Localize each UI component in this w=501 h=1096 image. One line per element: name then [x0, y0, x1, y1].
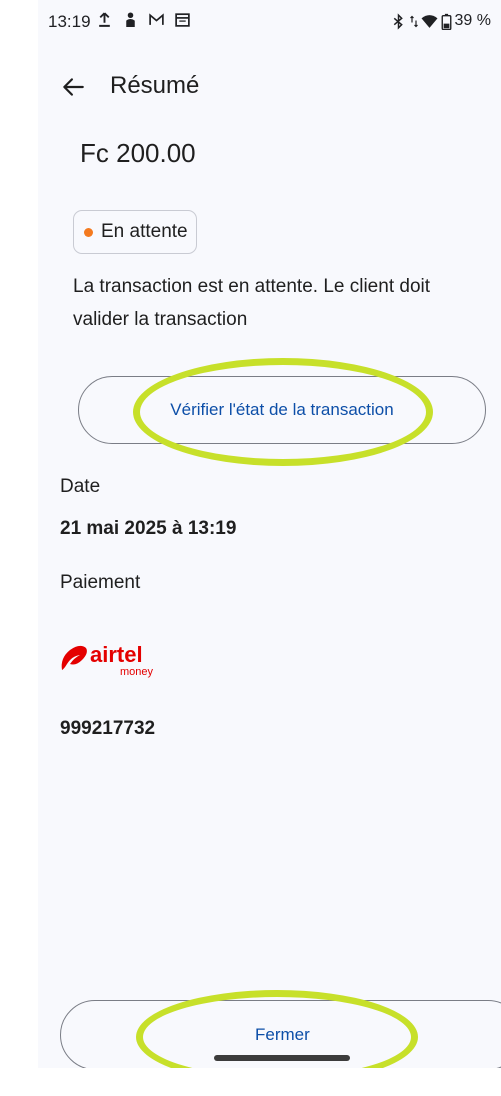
date-value: 21 mai 2025 à 13:19 — [60, 518, 237, 539]
phone-number: 999217732 — [60, 718, 156, 739]
status-message: La transaction est en attente. Le client… — [73, 276, 431, 330]
date-label: Date — [60, 476, 101, 497]
status-badge: En attente — [73, 210, 197, 254]
arrow-left-icon[interactable] — [60, 74, 86, 100]
airtel-logo-subtext: money — [120, 666, 154, 678]
status-badge-label: En attente — [101, 221, 188, 242]
bluetooth-icon — [393, 12, 403, 30]
airtel-money-logo: airtel money — [58, 634, 168, 678]
app-screen: 13:19 39 % Résumé Fc 200.00 En attente L… — [38, 0, 501, 1068]
top-app-bar: Résumé — [38, 66, 501, 110]
system-icons: 39 % — [390, 12, 491, 30]
upload-icon — [99, 12, 110, 27]
status-dot — [84, 227, 93, 237]
transaction-amount: Fc 200.00 — [80, 138, 196, 168]
airtel-logo-icon: airtel money — [61, 642, 154, 678]
status-bar: 13:19 39 % — [38, 0, 501, 44]
wifi-icon — [421, 14, 437, 28]
check-transaction-status-button[interactable]: Vérifier l'état de la transaction — [78, 376, 486, 444]
page-title: Résumé — [110, 72, 200, 99]
airtel-logo-text: airtel — [90, 642, 143, 667]
battery-level: 39 % — [454, 12, 491, 29]
home-indicator[interactable] — [214, 1055, 350, 1061]
close-button-label: Fermer — [255, 1025, 310, 1044]
payment-label: Paiement — [60, 572, 141, 593]
status-time: 13:19 — [48, 12, 91, 31]
data-arrows-icon — [409, 15, 418, 27]
calendar-icon — [175, 13, 190, 27]
check-transaction-status-label: Vérifier l'état de la transaction — [170, 400, 394, 419]
person-icon — [126, 12, 135, 27]
gmail-icon — [149, 13, 164, 25]
battery-icon — [441, 13, 451, 30]
notification-icons — [96, 11, 191, 28]
